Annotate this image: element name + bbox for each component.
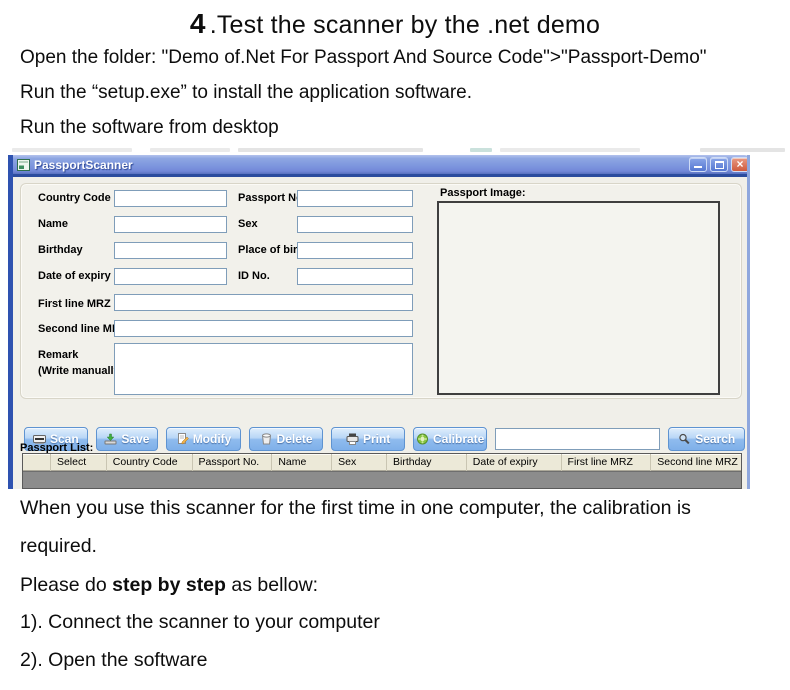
print-icon <box>346 433 359 445</box>
step-line: 2). Open the software <box>20 648 208 673</box>
column-header-selector <box>23 454 51 471</box>
instruction-line: Run the software from desktop <box>20 116 279 140</box>
remark-textarea[interactable] <box>114 343 413 395</box>
name-label: Name <box>38 218 68 230</box>
search-input[interactable] <box>495 428 660 450</box>
search-icon <box>678 433 691 445</box>
passport-image-label: Passport Image: <box>440 187 526 199</box>
column-header-sex[interactable]: Sex <box>332 454 387 471</box>
column-header-passport-no[interactable]: Passport No. <box>193 454 273 471</box>
sex-label: Sex <box>238 218 258 230</box>
date-of-expiry-input[interactable] <box>114 268 227 285</box>
name-input[interactable] <box>114 216 227 233</box>
print-button[interactable]: Print <box>331 427 405 451</box>
modify-icon <box>176 433 189 445</box>
birthday-input[interactable] <box>114 242 227 259</box>
toolbar: Scan Save Modify Delete Print <box>24 427 745 451</box>
instruction-line: Open the folder: "Demo of.Net For Passpo… <box>20 46 707 70</box>
passport-list-empty-body <box>23 471 741 489</box>
country-code-input[interactable] <box>114 190 227 207</box>
second-mrz-input[interactable] <box>114 320 413 337</box>
passport-list-table: Select Country Code Passport No. Name Se… <box>22 453 742 489</box>
step-line: 1). Connect the scanner to your computer <box>20 610 380 635</box>
window-titlebar: PassportScanner × <box>8 155 750 177</box>
column-header-date-of-expiry[interactable]: Date of expiry <box>467 454 562 471</box>
search-button[interactable]: Search <box>668 427 745 451</box>
delete-icon <box>260 433 273 445</box>
window-title: PassportScanner <box>34 158 686 172</box>
remark-label: Remark <box>38 349 78 361</box>
column-header-second-mrz[interactable]: Second line MRZ <box>651 454 741 471</box>
country-code-label: Country Code <box>38 192 111 204</box>
background-artifact <box>0 147 790 153</box>
app-icon <box>17 159 30 171</box>
save-icon <box>104 433 117 445</box>
minimize-button[interactable] <box>689 157 707 172</box>
column-header-select[interactable]: Select <box>51 454 107 471</box>
column-header-birthday[interactable]: Birthday <box>387 454 467 471</box>
note-line: When you use this scanner for the first … <box>20 496 691 521</box>
window-body: Country Code Name Birthday Date of expir… <box>13 177 747 489</box>
table-header-row: Select Country Code Passport No. Name Se… <box>23 454 741 471</box>
section-number: 4 <box>190 8 206 39</box>
column-header-country-code[interactable]: Country Code <box>107 454 193 471</box>
note-line: Please do step by step as bellow: <box>20 573 318 598</box>
column-header-name[interactable]: Name <box>272 454 332 471</box>
delete-button[interactable]: Delete <box>249 427 324 451</box>
maximize-button[interactable] <box>710 157 728 172</box>
birthday-label: Birthday <box>38 244 83 256</box>
save-button[interactable]: Save <box>96 427 159 451</box>
sex-input[interactable] <box>297 216 413 233</box>
column-header-first-mrz[interactable]: First line MRZ <box>562 454 652 471</box>
id-no-label: ID No. <box>238 270 270 282</box>
place-of-birth-input[interactable] <box>297 242 413 259</box>
passport-no-label: Passport No. <box>238 192 306 204</box>
modify-button[interactable]: Modify <box>166 427 241 451</box>
first-mrz-input[interactable] <box>114 294 413 311</box>
manual-page: 4.Test the scanner by the .net demo Open… <box>0 0 790 690</box>
date-of-expiry-label: Date of expiry <box>38 270 111 282</box>
remark-sublabel: (Write manually) <box>38 365 123 377</box>
calibrate-button[interactable]: Calibrate <box>413 427 488 451</box>
note-line: required. <box>20 534 97 559</box>
passport-no-input[interactable] <box>297 190 413 207</box>
passport-image-box <box>437 201 720 395</box>
calibrate-icon <box>416 433 429 445</box>
page-title: 4.Test the scanner by the .net demo <box>0 8 790 40</box>
close-button[interactable]: × <box>731 157 749 172</box>
passport-scanner-window: PassportScanner × Country Code Name Birt… <box>8 155 750 489</box>
instruction-line: Run the “setup.exe” to install the appli… <box>20 81 472 105</box>
section-title: .Test the scanner by the .net demo <box>210 11 600 39</box>
id-no-input[interactable] <box>297 268 413 285</box>
first-mrz-label: First line MRZ <box>38 298 111 310</box>
